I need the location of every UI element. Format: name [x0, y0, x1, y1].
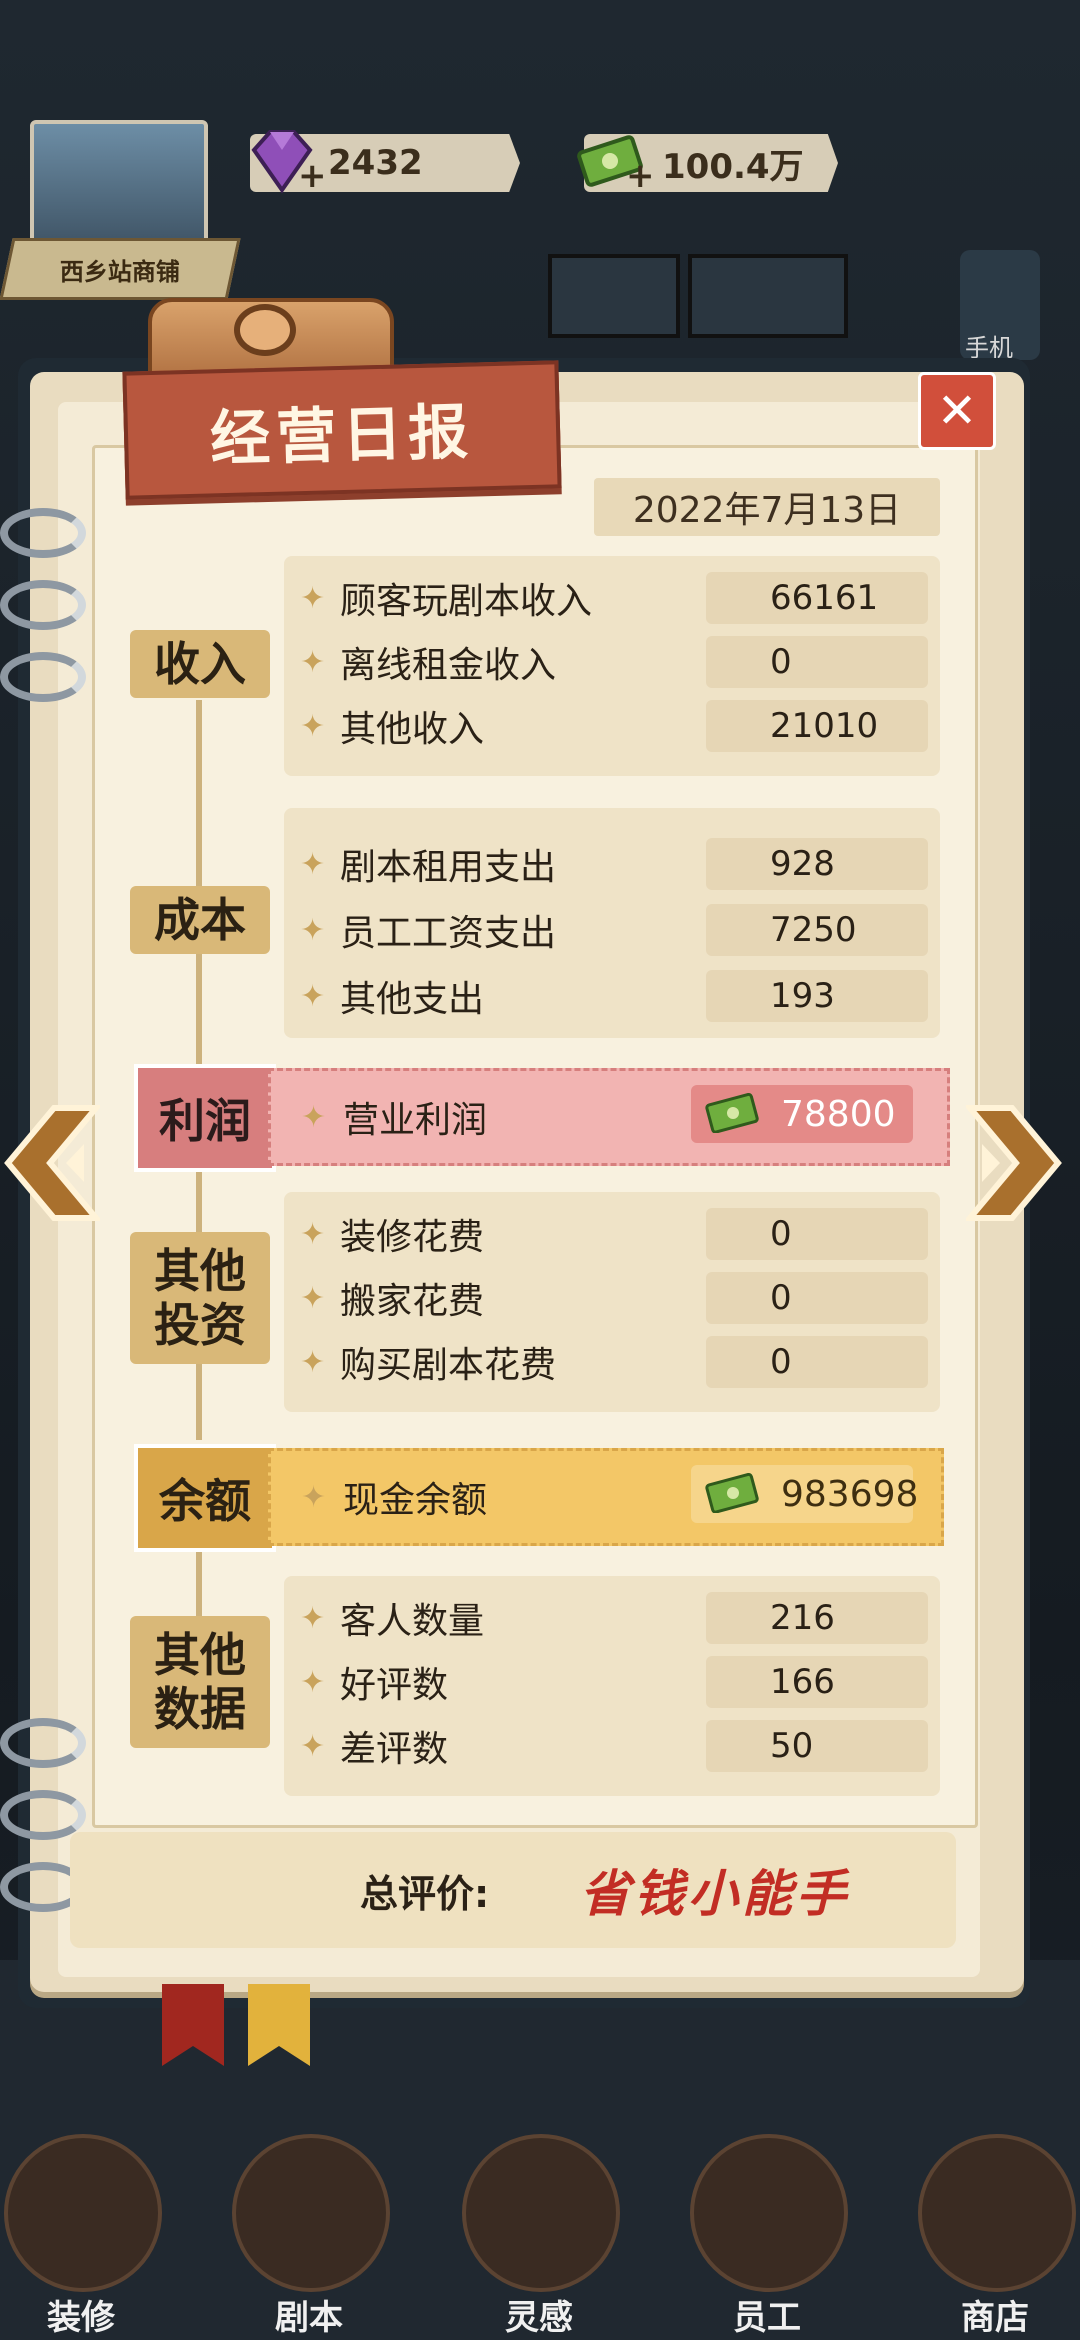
binder-rings-bottom	[0, 1718, 86, 1934]
income-row: ✦ 顾客玩剧本收入 66161	[300, 570, 930, 626]
profit-label: 利润	[134, 1064, 276, 1172]
investment-row: ✦ 购买剧本花费 0	[300, 1334, 930, 1390]
nav-label: 商店	[961, 2298, 1029, 2338]
nav-inspiration[interactable]: 灵感	[444, 2110, 634, 2340]
nav-label: 员工	[733, 2298, 801, 2338]
overall-rating-bar: 总评价: 省钱小能手	[70, 1832, 956, 1948]
close-button[interactable]: ✕	[918, 372, 996, 450]
lightbulb-icon	[462, 2134, 620, 2292]
close-icon: ✕	[936, 383, 978, 439]
profit-strip: ✦ 营业利润 78800	[268, 1068, 950, 1166]
investment-label-line1: 其他	[154, 1244, 246, 1298]
report-title-banner: 经营日报	[122, 360, 562, 500]
row-value: 0	[706, 1272, 928, 1324]
other-data-label-line2: 数据	[154, 1682, 246, 1736]
row-value: 7250	[706, 904, 928, 956]
background-window	[688, 254, 848, 338]
cash-stack-icon	[705, 1473, 759, 1513]
row-value: 928	[706, 838, 928, 890]
shop-name-text: 西乡站商铺	[60, 257, 180, 286]
row-value: 66161	[706, 572, 928, 624]
binder-rings-top	[0, 508, 86, 724]
house-icon	[4, 2134, 162, 2292]
row-value: 21010	[706, 700, 928, 752]
shop-name-banner[interactable]: 西乡站商铺	[0, 238, 241, 300]
bottom-navigation: 装修 剧本 灵感 员工 商店	[0, 2110, 1080, 2340]
star-bullet-icon: ✦	[300, 1600, 326, 1636]
timeline-line	[196, 700, 202, 1070]
balance-label: 余额	[134, 1444, 276, 1552]
script-book-icon	[232, 2134, 390, 2292]
star-bullet-icon: ✦	[300, 846, 326, 882]
row-value: 0	[706, 1336, 928, 1388]
next-page-arrow-icon[interactable]	[966, 1104, 1062, 1222]
other-data-row: ✦ 客人数量 216	[300, 1590, 930, 1646]
cost-row: ✦ 员工工资支出 7250	[300, 902, 930, 958]
report-title: 经营日报	[209, 397, 476, 474]
rating-label: 总评价:	[360, 1871, 490, 1916]
investment-label-line2: 投资	[154, 1298, 246, 1352]
background-window	[548, 254, 680, 338]
star-bullet-icon: ✦	[300, 1664, 326, 1700]
other-data-row: ✦ 好评数 166	[300, 1654, 930, 1710]
investment-label: 其他 投资	[130, 1232, 270, 1364]
investment-row: ✦ 装修花费 0	[300, 1206, 930, 1262]
row-value: 216	[706, 1592, 928, 1644]
gem-amount: 2432	[328, 143, 423, 183]
star-bullet-icon: ✦	[300, 644, 326, 680]
staff-card-icon	[690, 2134, 848, 2292]
cost-label: 成本	[130, 886, 270, 954]
star-bullet-icon: ✦	[300, 708, 326, 744]
cash-amount: 100.4万	[662, 146, 804, 187]
other-data-label-line1: 其他	[154, 1628, 246, 1682]
cost-row: ✦ 剧本租用支出 928	[300, 836, 930, 892]
nav-staff[interactable]: 员工	[672, 2110, 862, 2340]
rating-value: 省钱小能手	[580, 1865, 850, 1923]
clip-ring	[234, 304, 296, 356]
previous-page-arrow-icon[interactable]	[4, 1104, 100, 1222]
bookmark-yellow	[248, 1984, 310, 2066]
cost-row: ✦ 其他支出 193	[300, 968, 930, 1024]
cash-stack-icon	[705, 1093, 759, 1133]
report-date: 2022年7月13日	[594, 478, 940, 536]
row-value: 166	[706, 1656, 928, 1708]
profit-item-label: 营业利润	[343, 1100, 488, 1141]
nav-shop[interactable]: 商店	[900, 2110, 1080, 2340]
nav-decoration[interactable]: 装修	[0, 2110, 176, 2340]
balance-item-label: 现金余额	[343, 1480, 488, 1521]
nav-label: 装修	[47, 2298, 115, 2338]
star-bullet-icon: ✦	[300, 978, 326, 1014]
row-value: 0	[706, 636, 928, 688]
row-value: 50	[706, 1720, 928, 1772]
star-bullet-icon: ✦	[300, 1216, 326, 1252]
nav-label: 剧本	[275, 2298, 343, 2338]
star-bullet-icon: ✦	[301, 1099, 327, 1135]
timeline-line	[196, 1546, 202, 1622]
star-bullet-icon: ✦	[301, 1479, 327, 1515]
other-data-label: 其他 数据	[130, 1616, 270, 1748]
row-value: 0	[706, 1208, 928, 1260]
income-row: ✦ 离线租金收入 0	[300, 634, 930, 690]
nav-label: 灵感	[505, 2298, 573, 2338]
star-bullet-icon: ✦	[300, 1344, 326, 1380]
add-gems-icon[interactable]: +	[298, 156, 327, 196]
income-row: ✦ 其他收入 21010	[300, 698, 930, 754]
investment-row: ✦ 搬家花费 0	[300, 1270, 930, 1326]
income-label: 收入	[130, 630, 270, 698]
star-bullet-icon: ✦	[300, 1280, 326, 1316]
other-data-row: ✦ 差评数 50	[300, 1718, 930, 1774]
shop-icon	[918, 2134, 1076, 2292]
star-bullet-icon: ✦	[300, 1728, 326, 1764]
balance-strip: ✦ 现金余额 983698	[268, 1448, 944, 1546]
row-value: 193	[706, 970, 928, 1022]
star-bullet-icon: ✦	[300, 912, 326, 948]
bookmark-red	[162, 1984, 224, 2066]
star-bullet-icon: ✦	[300, 580, 326, 616]
add-cash-icon[interactable]: +	[626, 156, 655, 196]
nav-scripts[interactable]: 剧本	[214, 2110, 404, 2340]
